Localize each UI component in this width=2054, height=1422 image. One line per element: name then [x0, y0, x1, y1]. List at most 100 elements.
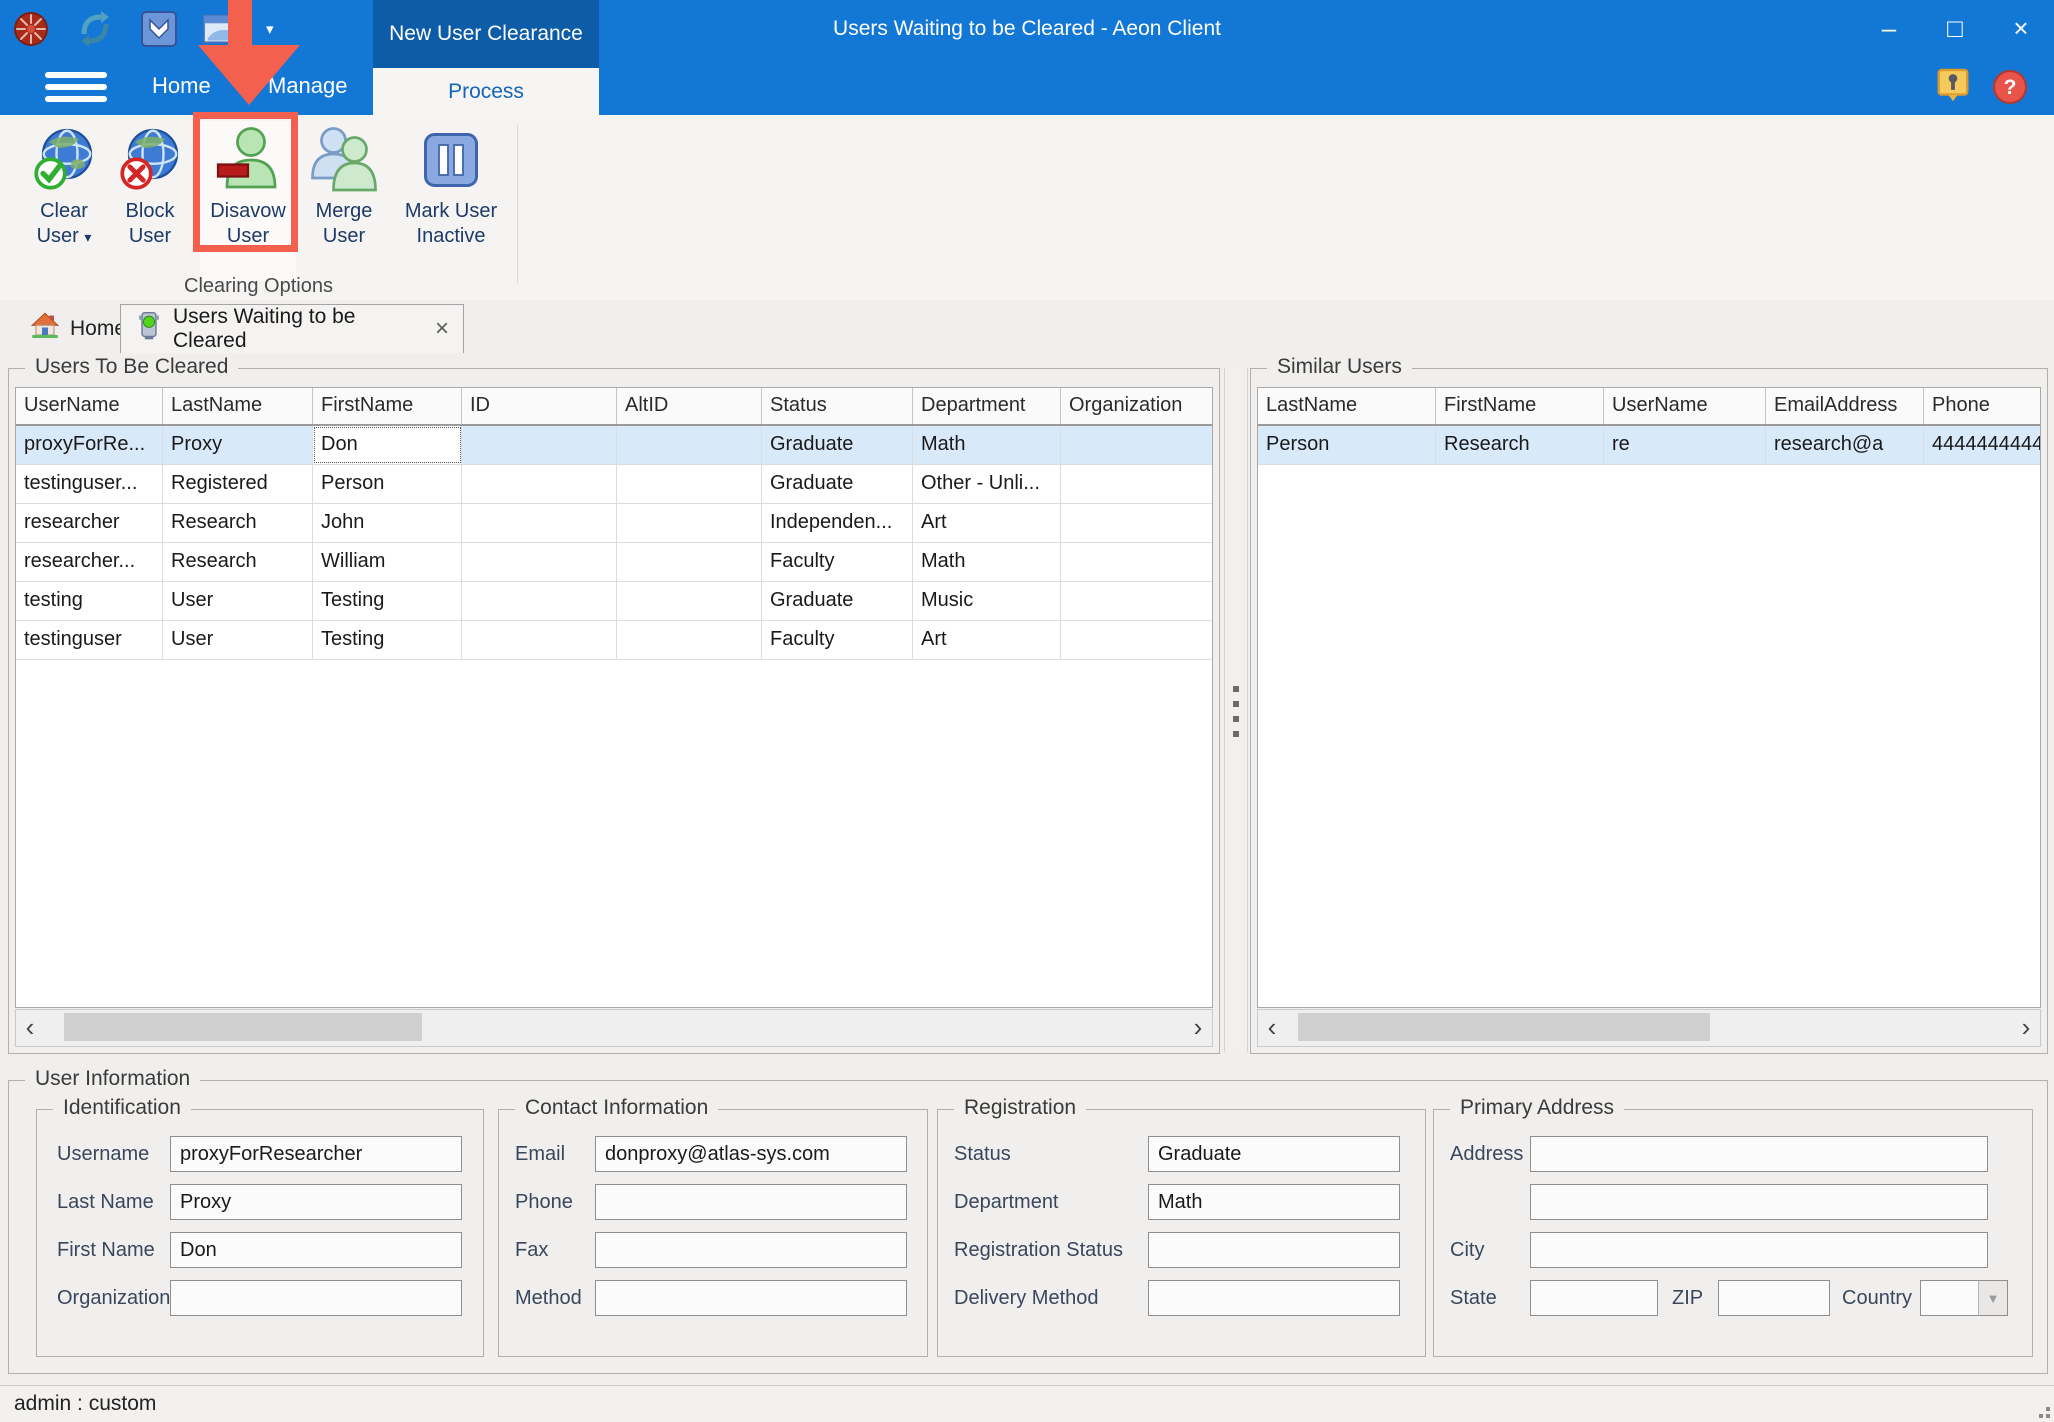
email-field[interactable] [595, 1136, 907, 1172]
panel-splitter[interactable] [1224, 368, 1248, 1052]
table-cell[interactable]: proxyForRe... [16, 426, 163, 464]
table-cell[interactable]: research@a [1766, 426, 1924, 464]
column-header-phone[interactable]: Phone [1924, 388, 2040, 424]
fax-field[interactable] [595, 1232, 907, 1268]
table-cell[interactable]: Independen... [762, 504, 913, 542]
table-cell[interactable]: Graduate [762, 465, 913, 503]
menu-home[interactable]: Home [152, 62, 211, 110]
table-cell[interactable]: User [163, 621, 313, 659]
column-header-lastname[interactable]: LastName [163, 388, 313, 424]
table-cell[interactable]: Faculty [762, 621, 913, 659]
close-button[interactable]: × [1988, 0, 2054, 57]
table-cell[interactable] [1061, 426, 1212, 464]
address-line2-field[interactable] [1530, 1184, 1988, 1220]
city-field[interactable] [1530, 1232, 1988, 1268]
table-row[interactable]: proxyForRe...ProxyDon GraduateMath [16, 426, 1212, 465]
table-cell[interactable]: testinguser... [16, 465, 163, 503]
table-cell[interactable]: Music [913, 582, 1061, 620]
tab-close-icon[interactable]: × [435, 315, 449, 343]
table-cell[interactable] [1061, 543, 1212, 581]
table-cell[interactable]: Math [913, 426, 1061, 464]
table-row[interactable]: researcher...ResearchWilliamFacultyMath [16, 543, 1212, 582]
table-cell[interactable]: Testing [313, 582, 462, 620]
delivery-method-field[interactable] [1148, 1280, 1400, 1316]
similar-grid-hscrollbar[interactable]: ‹ › [1257, 1009, 2041, 1047]
column-header-emailaddress[interactable]: EmailAddress [1766, 388, 1924, 424]
users-grid-hscrollbar[interactable]: ‹ › [15, 1009, 1213, 1047]
method-field[interactable] [595, 1280, 907, 1316]
organization-field[interactable] [170, 1280, 462, 1316]
table-cell[interactable]: Research [1436, 426, 1604, 464]
window-view-icon[interactable] [202, 8, 244, 50]
table-cell[interactable]: Research [163, 504, 313, 542]
table-cell[interactable] [617, 426, 762, 464]
resize-grip[interactable] [2036, 1404, 2050, 1418]
table-cell[interactable]: Research [163, 543, 313, 581]
table-cell[interactable] [462, 621, 617, 659]
maximize-button[interactable]: □ [1922, 0, 1988, 57]
minimize-button[interactable]: – [1856, 0, 1922, 57]
department-field[interactable] [1148, 1184, 1400, 1220]
table-cell[interactable] [617, 504, 762, 542]
table-cell[interactable]: Don [313, 426, 462, 464]
table-cell[interactable] [617, 621, 762, 659]
table-cell[interactable]: Graduate [762, 426, 913, 464]
country-dropdown-icon[interactable]: ▼ [1978, 1280, 2008, 1316]
table-cell[interactable]: Proxy [163, 426, 313, 464]
state-field[interactable] [1530, 1280, 1658, 1316]
table-cell[interactable] [462, 426, 617, 464]
table-cell[interactable]: Person [313, 465, 462, 503]
table-row[interactable]: PersonResearchreresearch@a4444444444 [1258, 426, 2040, 465]
phone-field[interactable] [595, 1184, 907, 1220]
registration-status-field[interactable] [1148, 1232, 1400, 1268]
table-cell[interactable]: Math [913, 543, 1061, 581]
table-cell[interactable] [462, 582, 617, 620]
column-header-lastname[interactable]: LastName [1258, 388, 1436, 424]
table-cell[interactable]: Testing [313, 621, 462, 659]
table-cell[interactable]: re [1604, 426, 1766, 464]
tab-users-waiting-to-be-cleared[interactable]: Users Waiting to be Cleared × [120, 304, 464, 353]
table-cell[interactable] [462, 465, 617, 503]
table-cell[interactable] [1061, 582, 1212, 620]
app-logo-icon[interactable] [10, 8, 52, 50]
table-cell[interactable] [1061, 621, 1212, 659]
scrollbar-thumb[interactable] [64, 1013, 422, 1041]
quick-access-dropdown-icon[interactable]: ▾ [266, 20, 274, 38]
table-cell[interactable]: 4444444444 [1924, 426, 2040, 464]
table-cell[interactable]: William [313, 543, 462, 581]
table-cell[interactable]: researcher [16, 504, 163, 542]
table-cell[interactable] [462, 504, 617, 542]
table-row[interactable]: testingUserTestingGraduateMusic [16, 582, 1212, 621]
clear-user-button[interactable]: Clear User ▾ [16, 121, 112, 281]
table-row[interactable]: researcherResearchJohnIndependen...Art [16, 504, 1212, 543]
first-name-field[interactable] [170, 1232, 462, 1268]
zip-field[interactable] [1718, 1280, 1830, 1316]
last-name-field[interactable] [170, 1184, 462, 1220]
column-header-altid[interactable]: AltID [617, 388, 762, 424]
table-cell[interactable]: Faculty [762, 543, 913, 581]
menu-manage[interactable]: Manage [268, 62, 348, 110]
table-cell[interactable]: Graduate [762, 582, 913, 620]
table-cell[interactable]: Other - Unli... [913, 465, 1061, 503]
table-row[interactable]: testinguser...RegisteredPerson GraduateOt… [16, 465, 1212, 504]
scroll-right-icon[interactable]: › [2012, 1010, 2040, 1044]
address-line1-field[interactable] [1530, 1136, 1988, 1172]
table-cell[interactable]: testinguser [16, 621, 163, 659]
hamburger-menu-icon[interactable] [45, 72, 107, 102]
table-cell[interactable] [1061, 465, 1212, 503]
refresh-icon[interactable] [74, 8, 116, 50]
pin-panel-icon[interactable] [1934, 66, 1972, 113]
table-row[interactable]: testinguserUserTesting FacultyArt [16, 621, 1212, 660]
scroll-left-icon[interactable]: ‹ [16, 1010, 44, 1044]
check-box-icon[interactable] [138, 8, 180, 50]
column-header-username[interactable]: UserName [1604, 388, 1766, 424]
table-cell[interactable]: Registered [163, 465, 313, 503]
table-cell[interactable]: Art [913, 621, 1061, 659]
column-header-department[interactable]: Department [913, 388, 1061, 424]
table-cell[interactable]: User [163, 582, 313, 620]
scroll-right-icon[interactable]: › [1184, 1010, 1212, 1044]
status-field[interactable] [1148, 1136, 1400, 1172]
disavow-user-button[interactable]: DisavowUser [200, 121, 296, 281]
table-cell[interactable]: Person [1258, 426, 1436, 464]
tab-process[interactable]: Process [373, 68, 599, 115]
